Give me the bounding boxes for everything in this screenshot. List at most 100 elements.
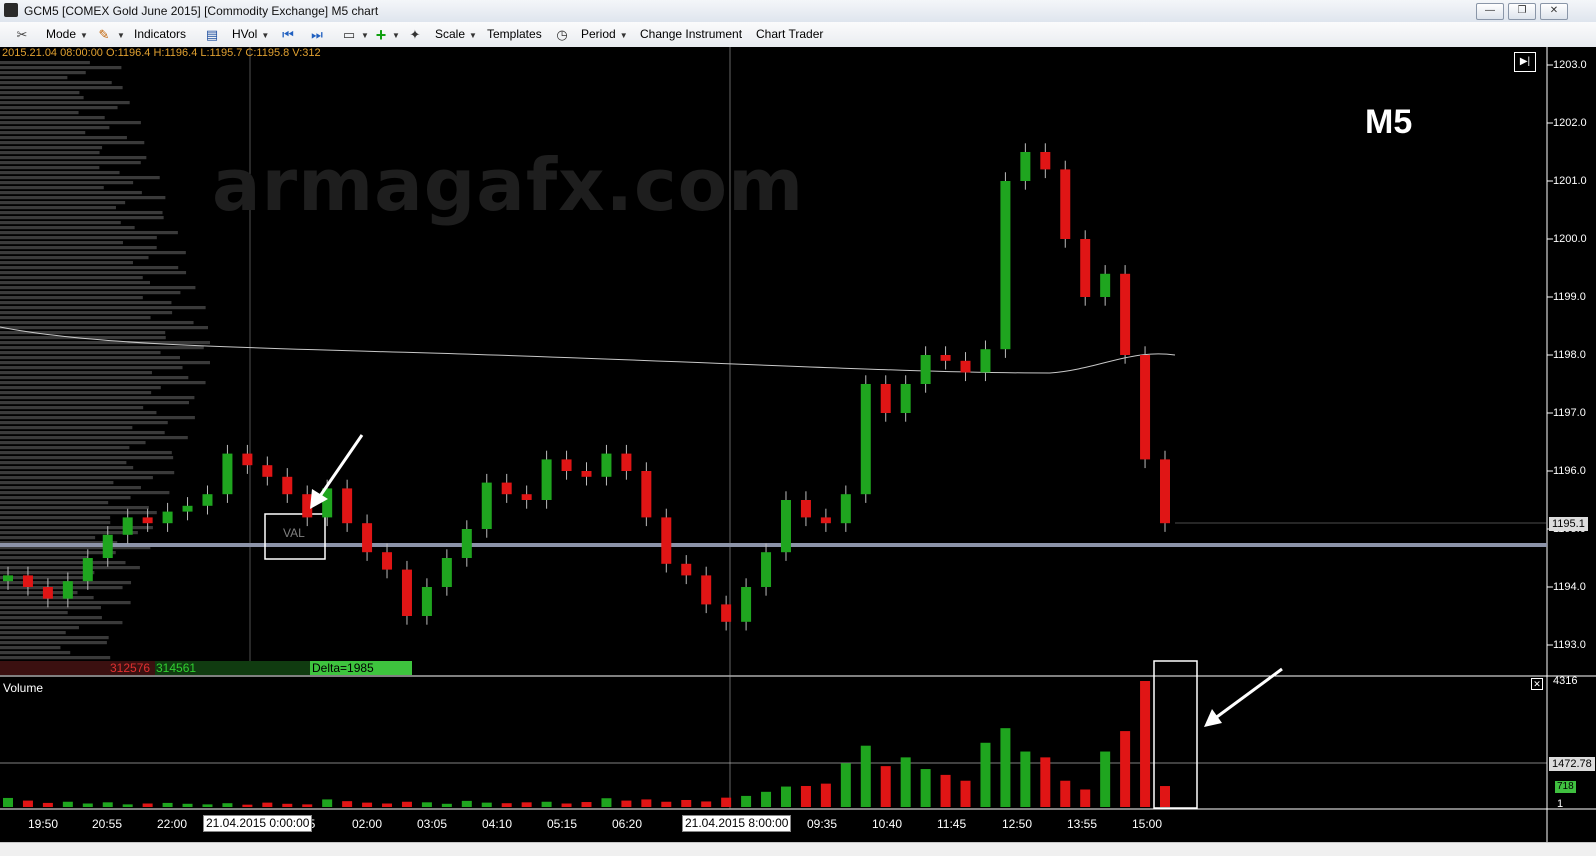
candle-body: [162, 511, 173, 524]
chevron-down-icon: ▼: [261, 31, 270, 40]
indicators-button[interactable]: Indicators: [134, 26, 186, 43]
hvol-dropdown[interactable]: HVol ▼: [232, 26, 269, 43]
candle-body: [601, 453, 612, 477]
change-instrument-button[interactable]: Change Instrument: [640, 26, 742, 43]
volume-bar: [342, 801, 353, 807]
candle-body: [1060, 169, 1071, 239]
volume-bar: [701, 801, 712, 807]
chevron-down-icon: ▼: [469, 31, 477, 40]
volume-bar: [401, 801, 412, 807]
volume-bar: [541, 801, 552, 807]
volume-profile-bar: [0, 416, 195, 420]
volume-profile-bar: [0, 501, 109, 505]
volume-profile-bar: [0, 86, 123, 90]
candle-body: [461, 529, 472, 558]
chevron-down-icon: ▼: [117, 31, 125, 40]
scale-dropdown[interactable]: Scale ▼: [435, 26, 477, 43]
volume-bar: [621, 800, 632, 807]
volume-profile-bar: [0, 376, 189, 380]
candle-body: [860, 384, 871, 495]
horizontal-scrollbar[interactable]: [0, 842, 1596, 856]
pin-icon[interactable]: ✦: [407, 27, 423, 43]
title-bar: GCM5 [COMEX Gold June 2015] [Commodity E…: [0, 0, 1596, 23]
candle-body: [661, 517, 672, 564]
chart-type-dropdown-arrow[interactable]: ▼: [357, 26, 369, 43]
volume-profile-bar: [0, 511, 157, 515]
volume-profile-bar: [0, 251, 186, 255]
mode-dropdown[interactable]: Mode ▼: [46, 26, 88, 43]
chevron-down-icon: ▼: [619, 31, 628, 40]
sell-volume: 312576: [110, 661, 151, 675]
candle-body: [1100, 273, 1111, 297]
price-tick: 1199.0: [1553, 291, 1586, 303]
candle-body: [900, 384, 911, 413]
scroll-back-icon[interactable]: ⏮: [280, 27, 296, 43]
volume-profile-bar: [0, 651, 71, 655]
close-panel-icon[interactable]: ✕: [1531, 678, 1543, 690]
window-title: GCM5 [COMEX Gold June 2015] [Commodity E…: [24, 4, 379, 18]
volume-profile-bar: [0, 266, 179, 270]
candle-body: [1080, 239, 1091, 297]
templates-button[interactable]: Templates: [487, 26, 542, 43]
add-icon[interactable]: +: [373, 26, 389, 44]
chart-type-icon[interactable]: ▭: [341, 27, 357, 43]
time-tick: 10:40: [872, 817, 903, 831]
volume-bar: [1000, 728, 1011, 807]
volume-profile-bar: [0, 221, 121, 225]
candle-body: [1000, 181, 1011, 350]
volume-profile-bar: [0, 621, 123, 625]
candle-body: [581, 471, 592, 477]
volume-profile-bar: [0, 521, 111, 525]
hvol-label: HVol: [232, 27, 258, 41]
price-chart[interactable]: 2015.21.04 08:00:00 O:1196.4 H:1196.4 L:…: [0, 47, 1596, 842]
minimize-button[interactable]: —: [1476, 3, 1504, 20]
crosshair-tools-icon[interactable]: ✂: [14, 27, 30, 43]
time-tick: 04:10: [482, 817, 513, 831]
chart-trader-button[interactable]: Chart Trader: [756, 26, 823, 43]
add-dropdown-arrow[interactable]: ▼: [388, 26, 400, 43]
crosshair-date-tag: 21.04.2015 8:00:00: [682, 815, 792, 832]
volume-profile-bar: [0, 151, 100, 155]
volume-profile-bar: [0, 211, 163, 215]
volume-profile-bar: [0, 106, 118, 110]
volume-bar: [1160, 786, 1170, 807]
watermark: armagafx.com: [212, 143, 805, 227]
scroll-forward-icon[interactable]: ⏭: [309, 27, 325, 43]
buy-volume: 314561: [156, 661, 197, 675]
volume-bar: [900, 757, 911, 807]
mode-label: Mode: [46, 27, 77, 41]
candle-body: [1140, 355, 1151, 460]
candle-body: [382, 552, 393, 570]
volume-bar: [162, 802, 173, 807]
pencil-icon[interactable]: ✎: [96, 27, 112, 43]
volume-bar: [940, 774, 951, 807]
candle-body: [1020, 152, 1031, 181]
restore-button[interactable]: ❐: [1508, 3, 1536, 20]
volume-profile-bar: [0, 111, 79, 115]
scroll-to-end-icon[interactable]: ▶|: [1514, 52, 1536, 72]
candle-body: [681, 563, 692, 576]
volume-profile-bar: [0, 66, 122, 70]
draw-dropdown-arrow[interactable]: ▼: [113, 26, 125, 43]
close-button[interactable]: ✕: [1540, 3, 1568, 20]
candle-body: [521, 494, 532, 500]
time-tick: 22:00: [157, 817, 188, 831]
volume-bar: [82, 803, 93, 807]
volume-profile-bar: [0, 116, 105, 120]
candle-body: [182, 505, 193, 512]
period-dropdown[interactable]: Period ▼: [581, 26, 628, 43]
volume-bar: [202, 804, 213, 807]
candle-body: [82, 558, 93, 582]
volume-profile-bar: [0, 281, 151, 285]
volume-profile-bar: [0, 576, 88, 580]
candle-body: [561, 459, 572, 471]
volume-profile-bar: [0, 341, 210, 345]
volume-min-tick: 1: [1557, 798, 1564, 810]
volume-bar: [980, 742, 991, 807]
candle-body: [42, 587, 53, 599]
ohlc-readout: 2015.21.04 08:00:00 O:1196.4 H:1196.4 L:…: [2, 47, 321, 59]
volume-profile-bar: [0, 126, 110, 130]
time-tick: 13:55: [1067, 817, 1098, 831]
bars-icon: ▤: [205, 27, 219, 42]
candle-body: [960, 360, 971, 373]
